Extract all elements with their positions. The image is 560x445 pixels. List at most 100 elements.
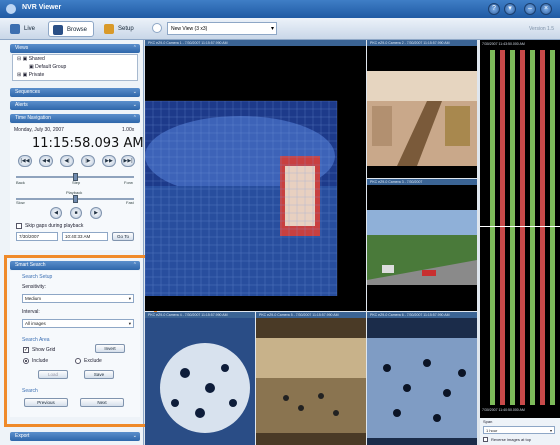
tab-setup[interactable]: Setup	[100, 21, 138, 37]
export-panel-header[interactable]: Export ⌄	[10, 432, 140, 441]
invert-button[interactable]: Invert	[95, 344, 125, 353]
main-tab-bar: Live Browse Setup New View (3 x3) ▾ Vers…	[0, 18, 560, 40]
title-bar: NVR Viewer ? ▾ – ×	[0, 0, 560, 18]
camera-view-4[interactable]: PKC eZ9-0 Camera 4 - 7/30/2007 11:15:57.…	[145, 312, 255, 445]
chevron-down-icon: ▾	[128, 321, 131, 326]
exclude-radio[interactable]	[75, 358, 81, 364]
eye-icon	[10, 24, 20, 34]
collapse-icon: ⌃	[132, 115, 137, 121]
reverse-images-label: Reverse images at top	[491, 437, 532, 442]
views-panel-title: Views	[15, 45, 29, 51]
skip-end-button[interactable]: ▶▶|	[121, 155, 135, 167]
tree-item-default-group[interactable]: ▣ Default Group	[29, 64, 66, 70]
save-button[interactable]: Save	[84, 370, 114, 379]
load-button[interactable]: Load	[38, 370, 68, 379]
expand-icon: ⌄	[132, 89, 137, 95]
interval-label: Interval:	[22, 309, 40, 315]
tab-live-label: Live	[24, 26, 36, 32]
timeline-bar	[510, 50, 515, 405]
stop-button[interactable]: ■	[70, 207, 82, 219]
goto-date-field[interactable]: 7/30/2007	[16, 232, 58, 241]
time-navigation-header[interactable]: Time Navigation ⌃	[10, 114, 140, 123]
help-icon[interactable]: ?	[488, 3, 500, 15]
smart-search-header[interactable]: Smart Search ⌃	[10, 261, 140, 270]
tab-browse[interactable]: Browse	[48, 21, 94, 37]
version-label: Version 1.5	[528, 26, 554, 32]
expand-icon: ⌄	[132, 433, 137, 439]
slow-label: Slow	[16, 200, 25, 205]
camera-4-image	[145, 318, 255, 445]
camera-6-image	[367, 318, 477, 445]
camera-view-2[interactable]: PKC eZ9-0 Camera 2 - 7/30/2007 11:15:57.…	[367, 40, 477, 178]
tree-item-private[interactable]: ⊞ ▣ Private	[17, 72, 44, 78]
timeline-panel[interactable]: 7/30/2007 11:43:50.000 AM 7/30/2007 11:4…	[480, 40, 560, 418]
fast-forward-button[interactable]: ▶▶	[102, 155, 116, 167]
smart-search-title: Smart Search	[15, 262, 46, 268]
camera-3-image	[367, 210, 477, 285]
chevron-down-icon: ▾	[270, 26, 274, 32]
skip-gaps-checkbox[interactable]	[16, 223, 22, 229]
timeline-cursor[interactable]	[480, 226, 560, 227]
tab-live[interactable]: Live	[6, 21, 40, 37]
camera-1-image	[145, 100, 338, 296]
show-grid-checkbox[interactable]: ✓	[23, 347, 29, 353]
step-forward-label: Forw	[124, 180, 133, 185]
options-icon[interactable]: ▾	[504, 3, 516, 15]
interval-select[interactable]: All images ▾	[22, 319, 134, 328]
search-area-label: Search Area	[22, 337, 50, 343]
skip-start-button[interactable]: |◀◀	[18, 155, 32, 167]
goto-time-field[interactable]: 10:40:33 AM	[62, 232, 108, 241]
minimize-button[interactable]: –	[524, 3, 536, 15]
step-back-button[interactable]: ◀|	[60, 155, 74, 167]
reverse-images-checkbox[interactable]	[483, 437, 488, 442]
timeline-bar	[530, 50, 535, 405]
timeline-bar	[500, 50, 505, 405]
export-panel-title: Export	[15, 433, 30, 439]
binoculars-icon	[53, 25, 63, 35]
camera-view-5[interactable]: PKC eZ9-0 Camera 5 - 7/30/2007 11:15:57.…	[256, 312, 366, 445]
play-reverse-button[interactable]: ◀	[50, 207, 62, 219]
current-time-display: 11:15:58.093 AM	[32, 136, 144, 151]
sensitivity-label: Sensitivity:	[22, 284, 46, 290]
camera-2-image	[367, 71, 477, 166]
timeline-bar	[490, 50, 495, 405]
next-button[interactable]: Next	[80, 398, 124, 407]
app-title: NVR Viewer	[22, 4, 62, 11]
tab-browse-label: Browse	[67, 27, 88, 33]
chevron-down-icon: ▾	[549, 428, 552, 433]
sensitivity-select[interactable]: Medium ▾	[22, 294, 134, 303]
views-panel-header[interactable]: Views ⌃	[10, 44, 140, 53]
step-label: Step	[72, 180, 81, 185]
tree-item-shared[interactable]: ⊟ ▣ Shared	[17, 56, 45, 62]
span-select[interactable]: 1 hour ▾	[483, 426, 555, 434]
playback-slider-thumb[interactable]	[73, 195, 78, 203]
alerts-panel-title: Alerts	[15, 102, 28, 108]
sequences-panel-header[interactable]: Sequences ⌄	[10, 88, 140, 97]
exclude-label: Exclude	[84, 358, 102, 364]
previous-button[interactable]: Previous	[24, 398, 68, 407]
rewind-button[interactable]: ◀◀	[39, 155, 53, 167]
step-forward-button[interactable]: |▶	[81, 155, 95, 167]
search-label: Search	[22, 388, 38, 394]
span-label: Span	[483, 419, 493, 424]
close-button[interactable]: ×	[540, 3, 552, 15]
skip-gaps-label: Skip gaps during playback	[25, 223, 84, 229]
camera-view-3[interactable]: PKC eZ9-0 Camera 3 - 7/30/2007	[367, 179, 477, 311]
alerts-panel-header[interactable]: Alerts ⌄	[10, 101, 140, 110]
go-to-button[interactable]: Go To	[112, 232, 134, 241]
timeline-bar	[540, 50, 545, 405]
timeline-bottom-stamp: 7/30/2007 11:40:50.000 AM	[482, 408, 525, 412]
wrench-icon	[104, 24, 114, 34]
view-selector[interactable]: New View (3 x3) ▾	[167, 22, 277, 35]
timeline-bar	[520, 50, 525, 405]
show-grid-label: Show Grid	[32, 347, 56, 353]
time-navigation-title: Time Navigation	[15, 115, 51, 121]
play-button[interactable]: ▶	[90, 207, 102, 219]
collapse-icon: ⌃	[132, 45, 137, 51]
camera-view-1[interactable]: PKC eZ9-0 Camera 1 - 7/30/2007 11:15:57.…	[145, 40, 366, 311]
view-menu-icon[interactable]	[152, 23, 162, 33]
search-setup-label: Search Setup	[22, 274, 53, 280]
timeline-bar	[550, 50, 555, 405]
include-radio[interactable]	[23, 358, 29, 364]
camera-view-6[interactable]: PKC eZ9-0 Camera 6 - 7/30/2007 11:15:57.…	[367, 312, 477, 445]
